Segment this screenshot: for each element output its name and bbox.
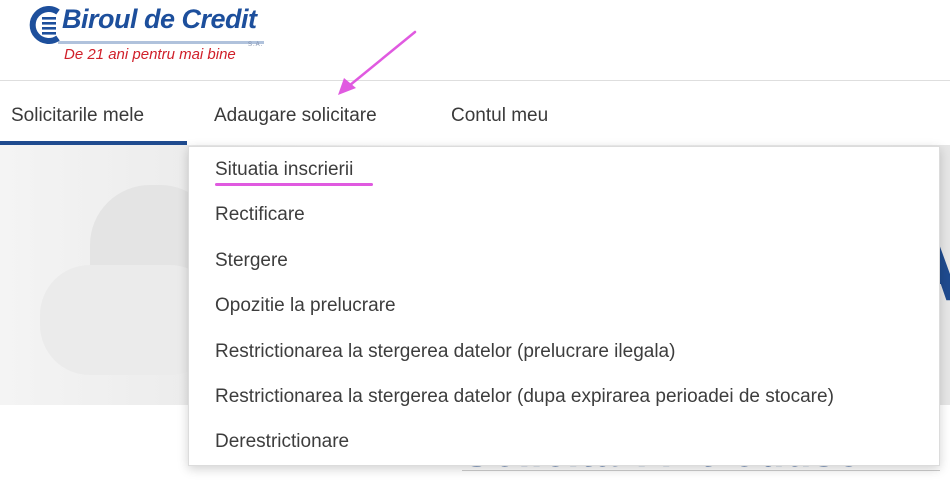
nav-item-adaugare-solicitare[interactable]: Adaugare solicitare xyxy=(214,105,377,127)
menu-item-opozitie-la-prelucrare[interactable]: Opozitie la prelucrare xyxy=(215,295,396,317)
logo[interactable]: Biroul de Credit S.A. De 21 ani pentru m… xyxy=(22,2,270,66)
menu-item-derestrictionare[interactable]: Derestrictionare xyxy=(215,431,349,453)
menu-item-situatia-inscrierii[interactable]: Situatia inscrierii xyxy=(215,159,353,181)
menu-item-rectificare[interactable]: Rectificare xyxy=(215,204,305,226)
nav-item-solicitarile-mele[interactable]: Solicitarile mele xyxy=(11,105,144,127)
main-nav: Solicitarile mele Adaugare solicitare Co… xyxy=(0,81,950,145)
logo-title: Biroul de Credit xyxy=(62,4,257,34)
logo-c-icon xyxy=(29,6,60,44)
menu-item-restrictionare-prelucrare-ilegala[interactable]: Restrictionarea la stergerea datelor (pr… xyxy=(215,341,675,363)
heading-divider xyxy=(462,470,940,471)
logo-underline xyxy=(58,41,264,44)
header: Biroul de Credit S.A. De 21 ani pentru m… xyxy=(0,0,950,80)
menu-item-stergere[interactable]: Stergere xyxy=(215,250,288,272)
annotation-underline xyxy=(215,183,373,186)
logo-sa: S.A. xyxy=(248,42,264,48)
logo-tagline: De 21 ani pentru mai bine xyxy=(64,46,236,63)
adaugare-solicitare-dropdown: Situatia inscrierii Rectificare Stergere… xyxy=(188,146,940,466)
annotation-arrow-icon xyxy=(338,30,417,95)
menu-item-restrictionare-expirare-stocare[interactable]: Restrictionarea la stergerea datelor (du… xyxy=(215,386,834,408)
nav-item-contul-meu[interactable]: Contul meu xyxy=(451,105,548,127)
